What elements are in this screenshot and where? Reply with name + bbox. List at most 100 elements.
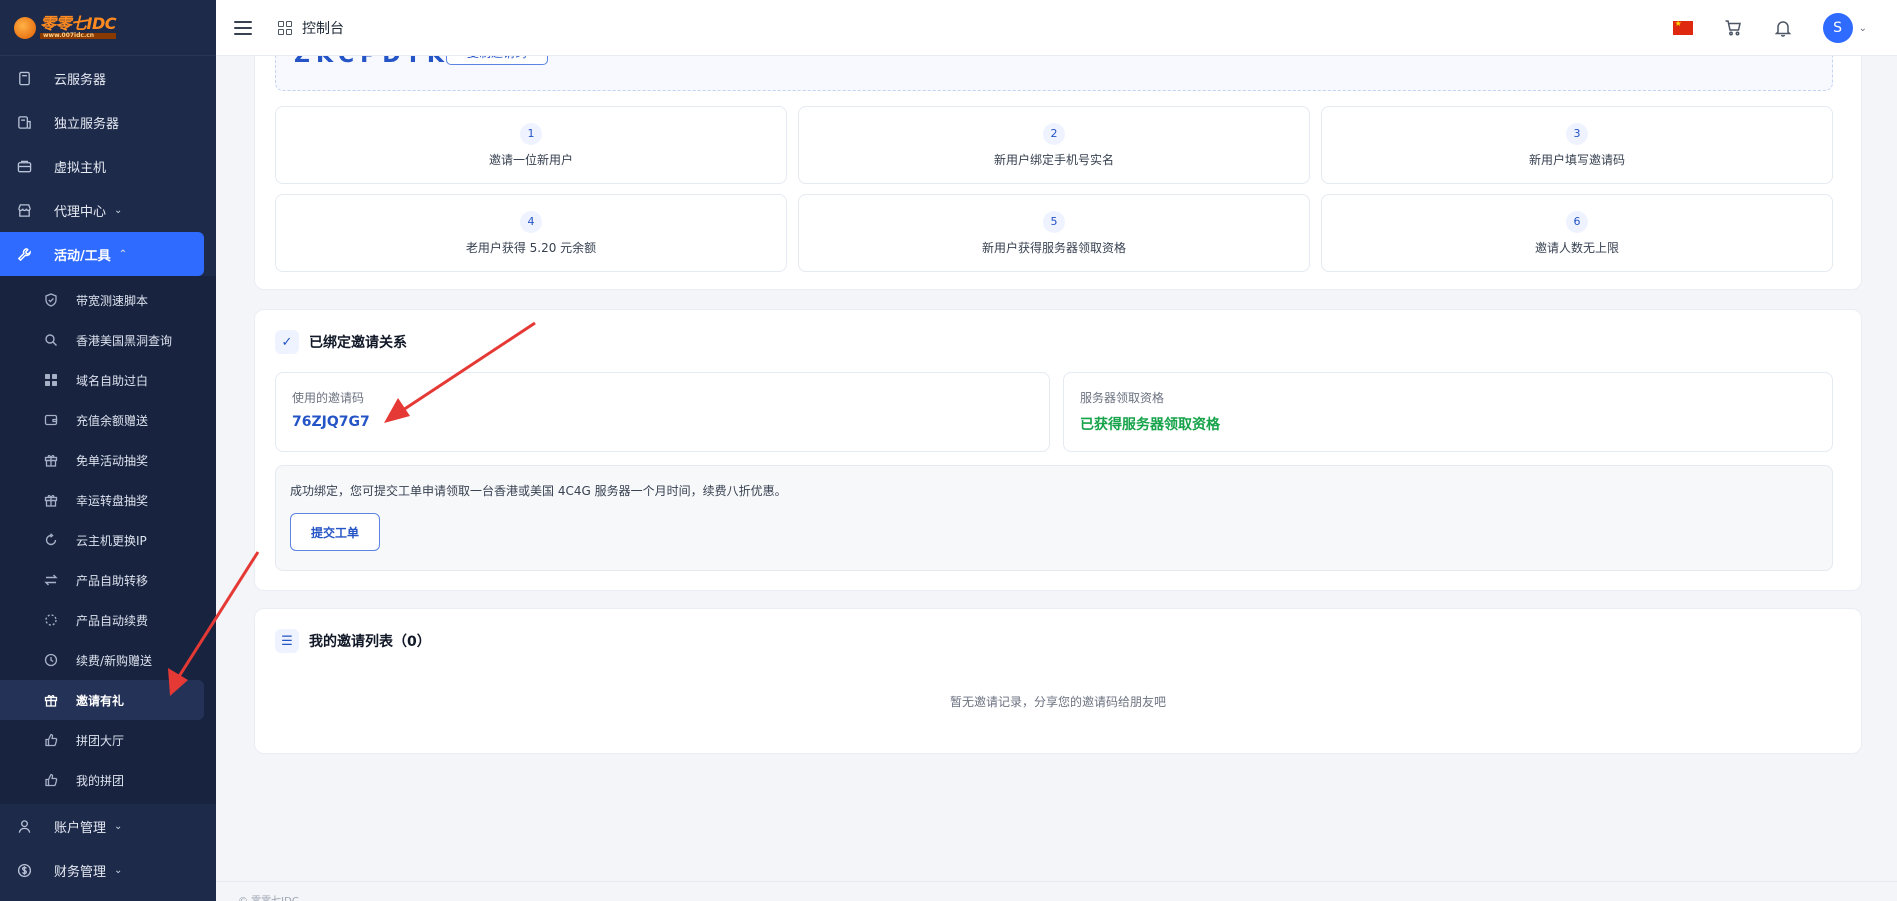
section-title: 已绑定邀请关系 [309,335,407,351]
step-number: 1 [520,122,542,145]
menu-toggle-icon[interactable] [234,20,252,35]
sidebar-nav: 云服务器 独立服务器 虚拟主机 代理中心 ⌄ 活动/工具 ⌃ [0,56,216,276]
chevron-up-icon: ⌃ [118,248,128,260]
list-icon: ☰ [275,629,299,653]
sidebar-item-finance[interactable]: 财务管理 ⌄ [0,848,216,892]
sidebar-item-domain-whitelist[interactable]: 域名自助过白 [0,360,216,400]
sidebar-item-blackhole-query[interactable]: 香港美国黑洞查询 [0,320,216,360]
qualification-label: 服务器领取资格 [1080,391,1165,405]
sidebar-item-label: 独立服务器 [54,116,120,132]
sidebar-item-label: 账户管理 [54,820,107,836]
store-icon [16,202,32,218]
server-icon [16,70,32,86]
copy-code-button[interactable]: 复制邀请码 [446,56,548,65]
used-code-label: 使用的邀请码 [292,391,365,405]
sidebar-item-renew-gift[interactable]: 续费/新购赠送 [0,640,216,680]
logo[interactable]: 零零七IDC www.007idc.cn [0,0,216,56]
submit-ticket-button[interactable]: 提交工单 [290,513,380,551]
sidebar-item-label: 产品自助转移 [76,573,149,588]
sidebar-item-virtual-host[interactable]: 虚拟主机 [0,144,216,188]
used-code-box: 使用的邀请码 76ZJQ7G7 [275,372,1050,452]
chevron-down-icon: ⌄ [1858,22,1867,34]
step-card: 5 新用户获得服务器领取资格 [798,194,1310,272]
sidebar-item-label: 拼团大厅 [76,733,125,748]
grid-icon [44,373,58,387]
notice-text: 成功绑定，您可提交工单申请领取一台香港或美国 4C4G 服务器一个月时间，续费八… [290,484,787,498]
sidebar-item-label: 财务管理 [54,864,107,880]
dashboard-icon [278,20,292,35]
chevron-down-icon: ⌄ [114,864,123,876]
step-number: 4 [520,210,542,233]
sidebar-item-label: 虚拟主机 [54,160,107,176]
footer-text: © 零零七IDC [238,892,299,901]
sidebar-item-auto-renew[interactable]: 产品自动续费 [0,600,216,640]
logo-text: 零零七IDC [40,14,116,33]
step-number: 3 [1566,122,1588,145]
wallet-icon [44,413,58,427]
footer: © 零零七IDC [216,881,1897,901]
transfer-icon [44,573,58,587]
hosting-icon [16,158,32,174]
sidebar-item-group-hall[interactable]: 拼团大厅 [0,720,216,760]
china-flag-icon[interactable] [1672,19,1693,35]
breadcrumb[interactable]: 控制台 [302,18,344,38]
sidebar-item-label: 域名自助过白 [76,373,149,388]
user-icon [16,818,32,834]
user-menu[interactable]: S ⌄ [1822,13,1867,43]
section-title: 我的邀请列表（0） [309,634,431,650]
step-card: 2 新用户绑定手机号实名 [798,106,1310,184]
invite-code-box: ZKCPDYKW 复制邀请码 [275,56,1833,91]
sidebar-item-dedicated-server[interactable]: 独立服务器 [0,100,216,144]
invite-list-card: ☰ 我的邀请列表（0） 暂无邀请记录，分享您的邀请码给朋友吧 [254,608,1862,754]
sidebar-nav-bottom: 账户管理 ⌄ 财务管理 ⌄ [0,804,216,892]
step-text: 老用户获得 5.20 元余额 [465,240,597,255]
sidebar-item-label: 免单活动抽奖 [76,453,149,468]
thumbs-up-icon [44,733,58,747]
sidebar-item-label: 云服务器 [54,72,107,88]
sidebar-item-agent-center[interactable]: 代理中心 ⌄ [0,188,216,232]
sidebar-item-activities-tools[interactable]: 活动/工具 ⌃ [0,232,204,276]
logo-subtext: www.007idc.cn [40,33,116,39]
sidebar-item-change-ip[interactable]: 云主机更换IP [0,520,216,560]
thumbs-up-icon [44,773,58,787]
binding-card: ✓ 已绑定邀请关系 使用的邀请码 76ZJQ7G7 服务器领取资格 已获得服务器… [254,309,1862,591]
sidebar-item-account[interactable]: 账户管理 ⌄ [0,804,216,848]
step-card: 4 老用户获得 5.20 元余额 [275,194,787,272]
clock-icon [44,653,58,667]
invite-rules-card: ZKCPDYKW 复制邀请码 1 邀请一位新用户 2 新用户绑定手机号实名 3 … [254,56,1862,290]
empty-state-text: 暂无邀请记录，分享您的邀请码给朋友吧 [949,695,1166,709]
sidebar-item-label: 云主机更换IP [76,533,147,548]
sidebar-item-label: 充值余额赠送 [76,413,149,428]
sidebar-item-label: 代理中心 [54,204,107,220]
step-text: 邀请一位新用户 [488,152,573,167]
sidebar-item-cloud-server[interactable]: 云服务器 [0,56,216,100]
gift-icon [44,493,58,507]
sidebar-item-label: 活动/工具 [54,248,111,264]
sidebar-item-lucky-wheel[interactable]: 幸运转盘抽奖 [0,480,216,520]
invite-list-title: ☰ 我的邀请列表（0） [275,629,431,653]
gift-icon [44,693,58,707]
bell-icon[interactable] [1773,18,1793,38]
search-icon [44,333,58,347]
sidebar-item-label: 带宽测速脚本 [76,293,149,308]
cart-icon[interactable] [1723,18,1743,38]
invite-steps: 1 邀请一位新用户 2 新用户绑定手机号实名 3 新用户填写邀请码 4 老用户获… [275,106,1833,272]
qualification-value: 已获得服务器领取资格 [1080,417,1220,433]
sidebar-item-recharge-bonus[interactable]: 充值余额赠送 [0,400,216,440]
sidebar-item-label: 我的拼团 [76,773,125,788]
loading-icon [44,613,58,627]
logo-icon [14,16,36,39]
step-text: 新用户填写邀请码 [1528,152,1625,167]
sidebar-item-bandwidth-test[interactable]: 带宽测速脚本 [0,280,216,320]
main-content: ZKCPDYKW 复制邀请码 1 邀请一位新用户 2 新用户绑定手机号实名 3 … [216,56,1897,901]
sidebar: 零零七IDC www.007idc.cn 云服务器 独立服务器 虚拟主机 代理中… [0,0,216,901]
avatar[interactable]: S [1822,13,1853,43]
sidebar-item-my-group[interactable]: 我的拼团 [0,760,216,800]
step-card: 1 邀请一位新用户 [275,106,787,184]
shield-icon [44,293,58,307]
sidebar-item-invite-gift[interactable]: 邀请有礼 [0,680,204,720]
sidebar-item-product-transfer[interactable]: 产品自助转移 [0,560,216,600]
sidebar-item-label: 香港美国黑洞查询 [76,333,173,348]
used-code-value: 76ZJQ7G7 [292,414,370,430]
sidebar-item-free-lottery[interactable]: 免单活动抽奖 [0,440,216,480]
